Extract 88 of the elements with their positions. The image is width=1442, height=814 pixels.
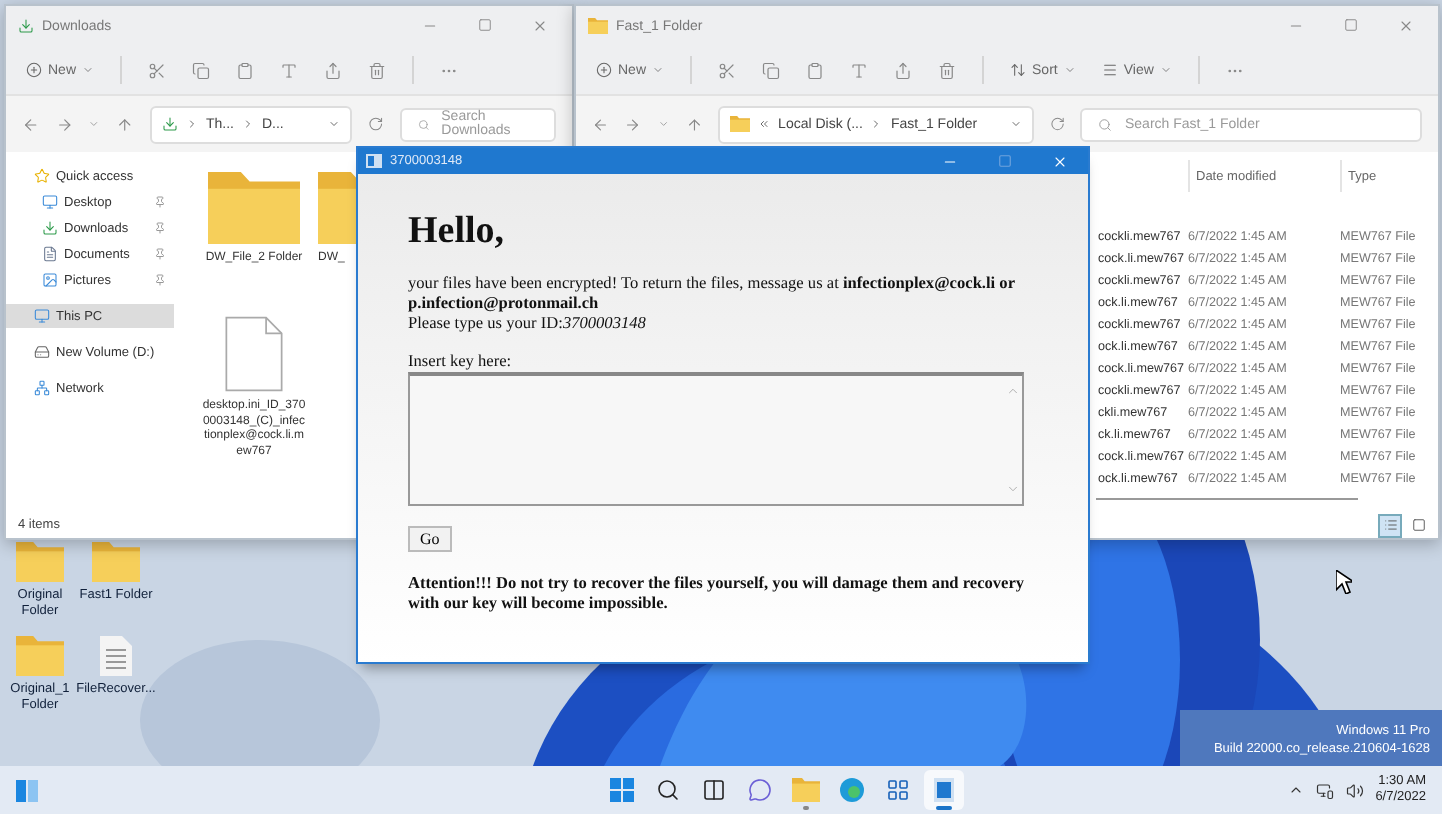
download-icon — [161, 116, 178, 132]
back-icon — [22, 115, 40, 133]
delete-icon — [368, 61, 387, 79]
plus-icon — [26, 62, 42, 78]
folder-icon — [791, 778, 820, 802]
view-icon — [1101, 62, 1118, 78]
app-icon — [933, 778, 954, 802]
chevron-down-icon — [82, 64, 95, 76]
message-text: your files have been encrypted! To return the files, message us at infectionplex@cock.li or p.infection@protonmail.ch — [408, 274, 1017, 314]
rename-icon — [280, 61, 299, 79]
drive-icon — [34, 344, 50, 360]
chevron-down-icon — [652, 64, 665, 76]
download-icon — [18, 18, 34, 34]
search-icon — [417, 117, 430, 131]
network-icon — [34, 380, 50, 396]
paste-icon — [236, 61, 255, 79]
app-icon — [366, 154, 382, 168]
volume-icon — [1345, 781, 1364, 799]
folder-icon — [92, 542, 140, 582]
cut-icon — [718, 61, 737, 79]
chat-icon — [747, 778, 772, 802]
store-icon — [885, 778, 910, 802]
computer-icon — [34, 308, 50, 324]
task-view-icon — [701, 778, 726, 802]
chevron-right-icon — [185, 118, 198, 130]
refresh-icon — [368, 116, 384, 132]
image-icon — [42, 272, 58, 288]
folder-icon — [208, 172, 300, 244]
start-icon — [609, 778, 634, 802]
copy-icon — [762, 61, 781, 79]
widgets-icon[interactable] — [16, 779, 38, 801]
close-icon — [1052, 153, 1068, 169]
refresh-icon — [1049, 116, 1065, 132]
plus-icon — [596, 62, 612, 78]
chevron-down-icon — [1159, 64, 1172, 76]
maximize-icon — [1344, 18, 1358, 32]
chevron-down-icon — [1063, 64, 1076, 76]
scroll-down-icon — [1005, 481, 1019, 496]
share-icon — [324, 61, 343, 79]
warning-text: Attention!!! Do not try to recover the files yourself, you will damage them and recovery with our key will become impossible. — [408, 573, 1027, 614]
maximize-icon — [478, 18, 492, 32]
cursor-icon — [1336, 570, 1352, 594]
chevron-right-icon — [241, 118, 254, 130]
key-field[interactable] — [408, 371, 1024, 506]
chevron-down-icon — [328, 118, 341, 130]
folder-icon — [16, 542, 64, 582]
monitor-icon — [42, 194, 58, 210]
list-icon — [1383, 518, 1397, 532]
maximize-icon — [998, 153, 1012, 167]
file-icon — [220, 316, 288, 392]
folder-icon — [730, 116, 751, 132]
delete-icon — [938, 61, 957, 79]
network-icon — [1315, 781, 1334, 799]
folder-icon — [588, 18, 608, 34]
chevron-down-icon — [657, 118, 670, 130]
document-icon — [100, 636, 132, 676]
rename-icon — [850, 61, 869, 79]
up-icon — [116, 115, 134, 133]
id-text: Please type us your ID:3700003148 — [408, 313, 648, 334]
star-icon — [34, 168, 50, 184]
search-icon — [1098, 117, 1113, 131]
double-chevron-icon — [758, 118, 771, 130]
browser-icon — [839, 778, 864, 802]
forward-icon — [55, 115, 73, 133]
download-icon — [42, 220, 58, 236]
folder-icon — [16, 636, 64, 676]
chevron-down-icon — [88, 118, 101, 130]
forward-icon — [624, 115, 642, 133]
square-icon — [1411, 518, 1425, 532]
document-icon — [42, 246, 58, 262]
scroll-up-icon — [1005, 383, 1019, 398]
up-icon — [685, 115, 703, 133]
chevron-right-icon — [870, 118, 883, 130]
close-icon — [1398, 18, 1414, 34]
heading: Hello, — [408, 210, 507, 254]
search-icon — [655, 778, 680, 802]
share-icon — [894, 61, 913, 79]
field-label: Insert key here: — [408, 351, 514, 370]
chevron-up-icon — [1287, 782, 1304, 798]
paste-icon — [806, 61, 825, 79]
sort-icon — [1010, 62, 1027, 78]
chevron-down-icon — [1009, 118, 1022, 130]
close-icon — [532, 18, 548, 34]
back-icon — [592, 115, 609, 133]
copy-icon — [192, 61, 211, 79]
details-view-button[interactable] — [1378, 513, 1402, 537]
go-button[interactable]: Go — [408, 525, 452, 552]
cut-icon — [148, 61, 167, 79]
